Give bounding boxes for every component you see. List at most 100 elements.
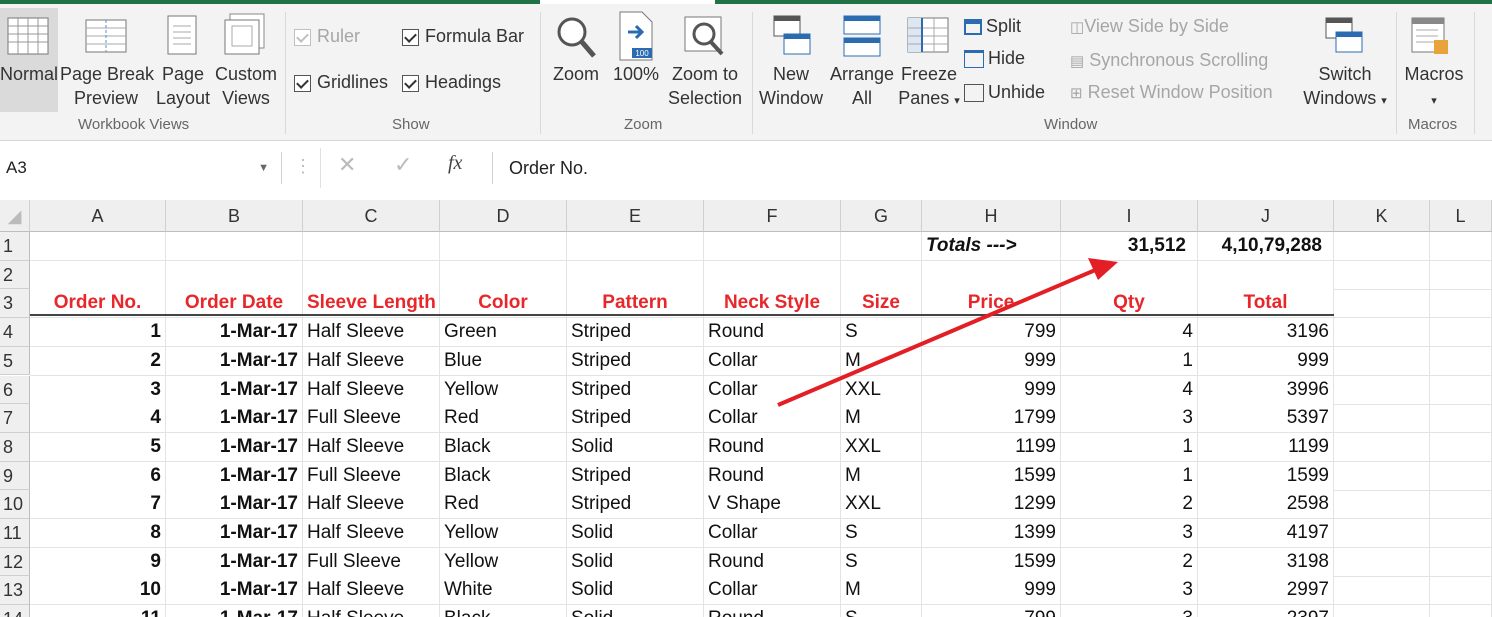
cell[interactable] bbox=[1430, 404, 1492, 434]
cell[interactable] bbox=[1198, 260, 1334, 290]
cell[interactable] bbox=[1430, 260, 1492, 290]
gridlines-checkbox[interactable]: Gridlines bbox=[294, 70, 388, 94]
cell[interactable] bbox=[1430, 461, 1492, 491]
name-box[interactable]: A3 ▼ bbox=[0, 152, 282, 184]
confirm-entry-icon[interactable]: ✓ bbox=[394, 152, 412, 178]
cell[interactable] bbox=[1334, 232, 1430, 261]
cell[interactable] bbox=[1430, 232, 1492, 261]
row-header-14[interactable]: 14 bbox=[0, 605, 30, 617]
cell[interactable] bbox=[1430, 490, 1492, 520]
cell[interactable] bbox=[1334, 490, 1430, 520]
select-all-corner[interactable]: ◢ bbox=[0, 200, 30, 232]
cell[interactable] bbox=[1334, 260, 1430, 290]
cell[interactable] bbox=[1430, 346, 1492, 376]
row-header-8[interactable]: 8 bbox=[0, 432, 30, 462]
cell[interactable] bbox=[704, 232, 841, 261]
cell[interactable] bbox=[1430, 547, 1492, 577]
row-header-10[interactable]: 10 bbox=[0, 490, 30, 519]
cell[interactable] bbox=[1334, 547, 1430, 577]
table-cell: Striped bbox=[567, 318, 704, 348]
cell[interactable] bbox=[303, 232, 440, 261]
cell[interactable] bbox=[440, 260, 567, 290]
cell[interactable] bbox=[440, 232, 567, 261]
cell[interactable] bbox=[30, 232, 166, 261]
column-header-j[interactable]: J bbox=[1198, 200, 1334, 232]
unhide-button[interactable]: Unhide bbox=[964, 80, 1045, 104]
synchronous-scrolling-button[interactable]: ▤ Synchronous Scrolling bbox=[1070, 48, 1268, 74]
column-header-b[interactable]: B bbox=[166, 200, 303, 232]
row-header-7[interactable]: 7 bbox=[0, 404, 30, 433]
cell[interactable] bbox=[1334, 375, 1430, 405]
cell[interactable] bbox=[1334, 519, 1430, 548]
insert-function-icon[interactable]: fx bbox=[448, 152, 462, 175]
column-header-h[interactable]: H bbox=[922, 200, 1061, 232]
cell[interactable] bbox=[1334, 318, 1430, 348]
cell[interactable] bbox=[1334, 432, 1430, 462]
ruler-checkbox[interactable]: Ruler bbox=[294, 24, 360, 48]
reset-window-position-button[interactable]: ⊞ Reset Window Position bbox=[1070, 80, 1273, 106]
freeze-panes-button[interactable]: Freeze Panes ▾ bbox=[896, 62, 962, 113]
row-header-3[interactable]: 3 bbox=[0, 289, 30, 319]
row-header-9[interactable]: 9 bbox=[0, 461, 30, 491]
column-header-a[interactable]: A bbox=[30, 200, 166, 232]
split-button[interactable]: Split bbox=[964, 14, 1021, 38]
cell[interactable] bbox=[1061, 260, 1198, 290]
cell[interactable] bbox=[1430, 432, 1492, 462]
name-box-dropdown-icon[interactable]: ▼ bbox=[258, 152, 269, 184]
cell[interactable] bbox=[1334, 461, 1430, 491]
cell[interactable] bbox=[1334, 346, 1430, 376]
cell[interactable] bbox=[567, 260, 704, 290]
cell[interactable] bbox=[1430, 289, 1492, 319]
row-header-1[interactable]: 1 bbox=[0, 232, 30, 261]
row-header-5[interactable]: 5 bbox=[0, 346, 30, 376]
cell[interactable] bbox=[303, 260, 440, 290]
column-header-f[interactable]: F bbox=[704, 200, 841, 232]
new-window-button[interactable]: New Window bbox=[754, 62, 828, 110]
zoom-to-selection-button[interactable]: Zoom to Selection bbox=[664, 62, 746, 110]
cell[interactable] bbox=[1430, 375, 1492, 405]
view-side-by-side-button[interactable]: ◫View Side by Side bbox=[1070, 14, 1229, 40]
zoom-button[interactable]: Zoom bbox=[548, 62, 604, 86]
cell[interactable] bbox=[1430, 576, 1492, 606]
row-header-13[interactable]: 13 bbox=[0, 576, 30, 606]
cell[interactable] bbox=[567, 232, 704, 261]
column-header-g[interactable]: G bbox=[841, 200, 922, 232]
headings-checkbox[interactable]: Headings bbox=[402, 70, 501, 94]
column-header-e[interactable]: E bbox=[567, 200, 704, 232]
column-header-k[interactable]: K bbox=[1334, 200, 1430, 232]
cell[interactable] bbox=[1334, 605, 1430, 617]
cell[interactable] bbox=[704, 260, 841, 290]
column-header-i[interactable]: I bbox=[1061, 200, 1198, 232]
cell[interactable] bbox=[1334, 289, 1430, 319]
zoom-100-button[interactable]: 100% bbox=[610, 62, 662, 86]
page-break-preview-button[interactable]: Page Break Preview bbox=[60, 62, 154, 110]
column-header-l[interactable]: L bbox=[1430, 200, 1492, 232]
cell[interactable] bbox=[922, 260, 1061, 290]
cell[interactable] bbox=[30, 260, 166, 290]
row-header-4[interactable]: 4 bbox=[0, 318, 30, 347]
cell[interactable] bbox=[1334, 404, 1430, 434]
row-header-11[interactable]: 11 bbox=[0, 519, 30, 548]
cell[interactable] bbox=[1334, 576, 1430, 606]
cell[interactable] bbox=[1430, 318, 1492, 348]
row-header-6[interactable]: 6 bbox=[0, 375, 30, 405]
arrange-all-button[interactable]: Arrange All bbox=[826, 62, 898, 110]
macros-button[interactable]: Macros ▾ bbox=[1398, 62, 1470, 113]
row-header-2[interactable]: 2 bbox=[0, 260, 30, 290]
cell[interactable] bbox=[1430, 519, 1492, 548]
cancel-entry-icon[interactable]: ✕ bbox=[338, 152, 356, 178]
cell[interactable] bbox=[166, 232, 303, 261]
formula-input[interactable]: Order No. bbox=[492, 152, 1492, 184]
column-header-d[interactable]: D bbox=[440, 200, 567, 232]
formula-bar-checkbox[interactable]: Formula Bar bbox=[402, 24, 524, 48]
column-header-c[interactable]: C bbox=[303, 200, 440, 232]
row-header-12[interactable]: 12 bbox=[0, 547, 30, 577]
cell[interactable] bbox=[841, 232, 922, 261]
cell[interactable] bbox=[1430, 605, 1492, 617]
cell[interactable] bbox=[841, 260, 922, 290]
custom-views-button[interactable]: Custom Views bbox=[212, 62, 280, 110]
page-layout-button[interactable]: Page Layout bbox=[154, 62, 212, 110]
cell[interactable] bbox=[166, 260, 303, 290]
hide-button[interactable]: Hide bbox=[964, 46, 1025, 70]
switch-windows-button[interactable]: Switch Windows ▾ bbox=[1296, 62, 1394, 113]
